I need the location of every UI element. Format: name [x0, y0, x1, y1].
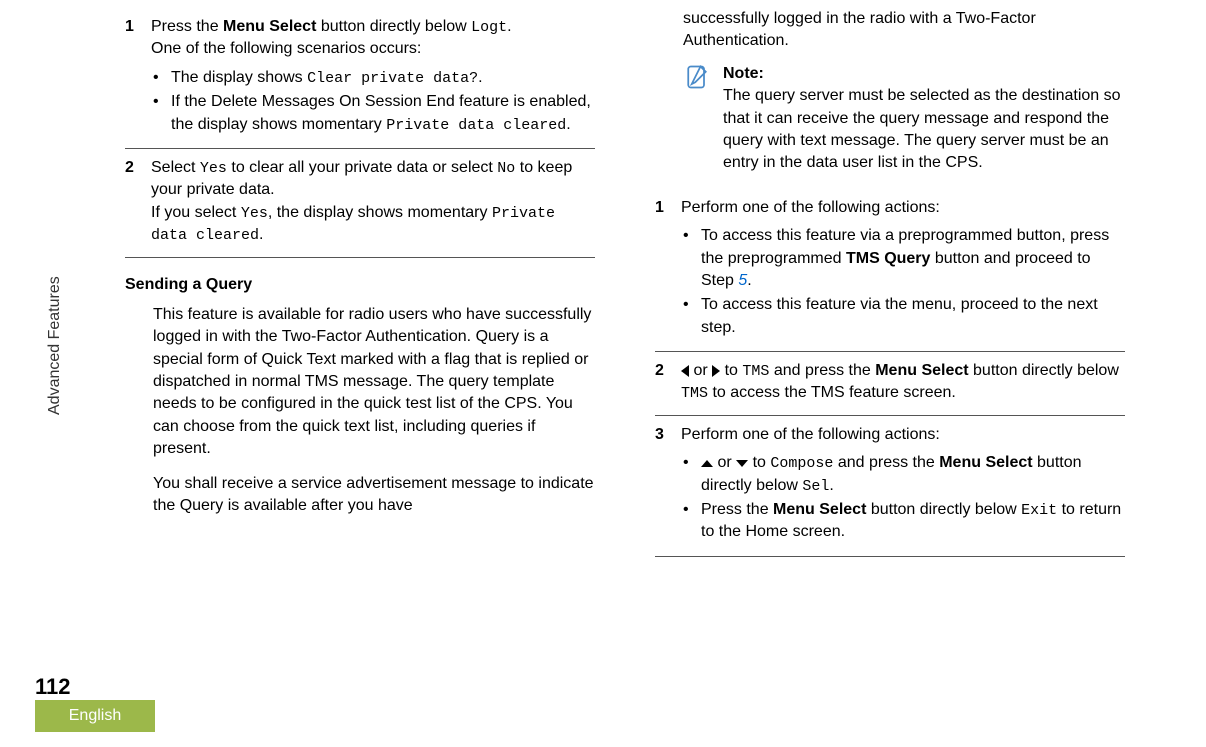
step-1: 1 Press the Menu Select button directly …: [125, 8, 595, 149]
step-body: Perform one of the following actions: To…: [681, 197, 1125, 341]
text: to: [748, 454, 770, 471]
section-heading: Sending a Query: [125, 274, 595, 296]
step-text: Perform one of the following actions:: [681, 424, 1125, 446]
text: to access the TMS feature screen.: [708, 384, 956, 401]
step-body: Press the Menu Select button directly be…: [151, 16, 595, 138]
display-code: Clear private data?: [307, 70, 478, 87]
no-code: No: [497, 160, 515, 177]
page-content: 1 Press the Menu Select button directly …: [125, 0, 1125, 557]
list-item: To access this feature via a preprogramm…: [681, 225, 1125, 292]
step-2: 2 or to TMS and press the Menu Select bu…: [655, 352, 1125, 416]
step-text: Select Yes to clear all your private dat…: [151, 157, 595, 202]
text: to: [720, 362, 742, 379]
text: .: [507, 18, 511, 35]
text: or: [689, 362, 712, 379]
note-block: Note: The query server must be selected …: [683, 63, 1125, 175]
text: to clear all your private data or select: [227, 159, 497, 176]
text: button directly below: [969, 362, 1119, 379]
step-3: 3 Perform one of the following actions: …: [655, 416, 1125, 557]
text: .: [566, 116, 570, 133]
nav-left-icon: [681, 365, 689, 377]
list-item: If the Delete Messages On Session End fe…: [151, 91, 595, 136]
list-item: To access this feature via the menu, pro…: [681, 294, 1125, 339]
nav-down-icon: [736, 460, 748, 467]
page-number: 112: [35, 672, 71, 703]
text: button directly below: [866, 501, 1021, 518]
step-body: Select Yes to clear all your private dat…: [151, 157, 595, 247]
sel-code: Sel: [802, 478, 829, 495]
text: .: [747, 272, 751, 289]
text: If you select: [151, 204, 241, 221]
step-text: Press the Menu Select button directly be…: [151, 16, 595, 38]
note-text: The query server must be selected as the…: [723, 85, 1125, 175]
paragraph: This feature is available for radio user…: [153, 304, 595, 461]
right-column: successfully logged in the radio with a …: [655, 8, 1125, 557]
text: or: [713, 454, 736, 471]
step-number: 2: [125, 157, 137, 247]
step-number: 3: [655, 424, 667, 546]
menu-select-label: Menu Select: [875, 362, 968, 379]
step-1: 1 Perform one of the following actions: …: [655, 189, 1125, 352]
step-number: 1: [125, 16, 137, 138]
display-code: Private data cleared: [386, 117, 566, 134]
list-item: The display shows Clear private data?.: [151, 67, 595, 89]
step-number: 2: [655, 360, 667, 405]
compose-code: Compose: [770, 455, 833, 472]
text: .: [259, 226, 263, 243]
nav-up-icon: [701, 460, 713, 467]
step-text: If you select Yes, the display shows mom…: [151, 202, 595, 247]
language-label: English: [69, 705, 121, 727]
yes-code: Yes: [200, 160, 227, 177]
continued-paragraph: successfully logged in the radio with a …: [683, 8, 1125, 53]
step-2: 2 Select Yes to clear all your private d…: [125, 149, 595, 258]
text: and press the: [833, 454, 939, 471]
tms-query-label: TMS Query: [846, 250, 930, 267]
menu-select-label: Menu Select: [223, 18, 316, 35]
note-body: Note: The query server must be selected …: [723, 63, 1125, 175]
step-number: 1: [655, 197, 667, 341]
text: .: [829, 477, 833, 494]
exit-code: Exit: [1021, 502, 1057, 519]
note-icon: [683, 63, 711, 91]
menu-select-label: Menu Select: [773, 501, 866, 518]
text: Press the: [701, 501, 773, 518]
step-text: One of the following scenarios occurs:: [151, 38, 595, 60]
step-body: Perform one of the following actions: or…: [681, 424, 1125, 546]
note-title: Note:: [723, 63, 1125, 85]
text: and press the: [769, 362, 875, 379]
step-text: Perform one of the following actions:: [681, 197, 1125, 219]
tms-code: TMS: [742, 363, 769, 380]
text: .: [478, 69, 482, 86]
step-body: or to TMS and press the Menu Select butt…: [681, 360, 1125, 405]
menu-select-label: Menu Select: [939, 454, 1032, 471]
nav-right-icon: [712, 365, 720, 377]
left-column: 1 Press the Menu Select button directly …: [125, 8, 595, 557]
step-link[interactable]: 5: [738, 272, 747, 289]
language-bar: English: [35, 700, 155, 732]
text: , the display shows momentary: [268, 204, 492, 221]
list-item: or to Compose and press the Menu Select …: [681, 452, 1125, 497]
paragraph: You shall receive a service advertisemen…: [153, 473, 595, 518]
text: The display shows: [171, 69, 307, 86]
list-item: Press the Menu Select button directly be…: [681, 499, 1125, 544]
text: button directly below: [316, 18, 471, 35]
logt-code: Logt: [471, 19, 507, 36]
yes-code: Yes: [241, 205, 268, 222]
tms-code: TMS: [681, 385, 708, 402]
bullet-list: or to Compose and press the Menu Select …: [681, 452, 1125, 544]
bullet-list: To access this feature via a preprogramm…: [681, 225, 1125, 339]
bullet-list: The display shows Clear private data?. I…: [151, 67, 595, 136]
text: Press the: [151, 18, 223, 35]
text: Select: [151, 159, 200, 176]
side-section-label: Advanced Features: [44, 276, 66, 415]
